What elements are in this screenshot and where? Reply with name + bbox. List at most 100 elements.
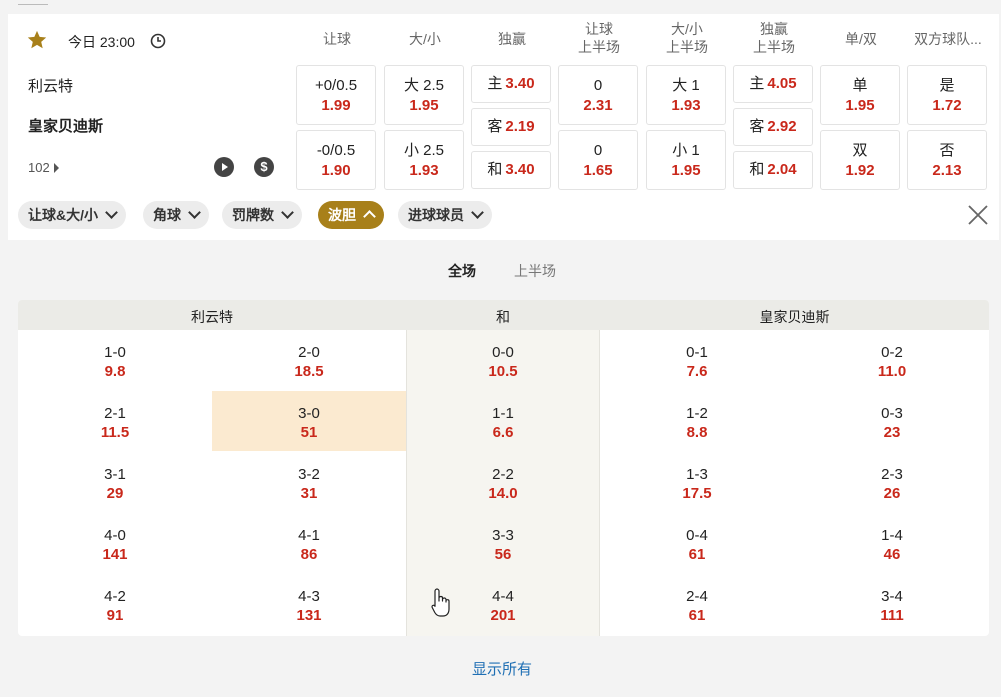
score-cell[interactable]: 0-1 7.6 <box>600 330 794 390</box>
odds-cell-moneyline-half[interactable]: 主 4.05 <box>733 65 813 103</box>
more-markets-link[interactable]: 102 <box>28 160 59 175</box>
score-odds: 8.8 <box>686 424 708 441</box>
score-label: 1-0 <box>104 344 126 361</box>
score-label: 2-0 <box>298 344 320 361</box>
score-label: 3-0 <box>298 405 320 422</box>
odds-line: -0/0.5 <box>316 142 356 159</box>
odds-cell-handicap[interactable]: +0/0.5 1.99 <box>296 65 376 125</box>
odds-cell-over-under-half[interactable]: 大 1 1.93 <box>646 65 726 125</box>
odds-cell-moneyline-half[interactable]: 客 2.92 <box>733 108 813 146</box>
odds-line: 和 <box>487 161 503 178</box>
odds-cell-moneyline[interactable]: 客 2.19 <box>471 108 551 146</box>
column-header-5: 独赢 上半场 <box>732 20 816 56</box>
column-header-4: 大/小 上半场 <box>645 20 729 56</box>
score-label: 4-0 <box>104 527 126 544</box>
odds-value: 2.19 <box>505 118 535 135</box>
chevron-right-icon <box>53 163 59 173</box>
odds-cell-over-under[interactable]: 大 2.5 1.95 <box>384 65 464 125</box>
score-cell[interactable]: 3-0 51 <box>212 391 406 451</box>
odds-line: 小 2.5 <box>403 142 445 159</box>
score-cell[interactable]: 3-2 31 <box>212 452 406 512</box>
score-cell[interactable]: 4-1 86 <box>212 513 406 573</box>
odds-cell-btts[interactable]: 是 1.72 <box>907 65 987 125</box>
odds-cell-over-under-half[interactable]: 小 1 1.95 <box>646 130 726 190</box>
odds-cell-btts[interactable]: 否 2.13 <box>907 130 987 190</box>
odds-cell-moneyline[interactable]: 主 3.40 <box>471 65 551 103</box>
score-cell[interactable]: 2-1 11.5 <box>18 391 212 451</box>
score-cell[interactable]: 4-0 141 <box>18 513 212 573</box>
score-label: 2-1 <box>104 405 126 422</box>
score-cell[interactable]: 1-2 8.8 <box>600 391 794 451</box>
home-team-name: 利云特 <box>28 78 74 95</box>
score-label: 4-2 <box>104 588 126 605</box>
score-odds: 91 <box>106 607 124 624</box>
score-odds: 111 <box>880 607 904 624</box>
score-cell[interactable]: 0-3 23 <box>795 391 989 451</box>
score-cell[interactable]: 1-3 17.5 <box>600 452 794 512</box>
odds-line: 小 1 <box>672 142 700 159</box>
column-header-2: 独赢 <box>470 30 554 48</box>
star-icon[interactable] <box>26 29 48 51</box>
score-odds: 131 <box>296 607 322 624</box>
score-cell[interactable]: 2-3 26 <box>795 452 989 512</box>
score-label: 3-1 <box>104 466 126 483</box>
tab-first-half[interactable]: 上半场 <box>514 261 556 281</box>
score-cell[interactable]: 2-2 14.0 <box>406 452 600 512</box>
odds-cell-handicap-half[interactable]: 0 2.31 <box>558 65 638 125</box>
filter-pill-label: 角球 <box>153 207 181 223</box>
score-label: 3-3 <box>492 527 514 544</box>
odds-value: 1.92 <box>845 162 875 179</box>
score-odds: 11.5 <box>100 424 130 441</box>
score-cell[interactable]: 3-4 111 <box>795 574 989 634</box>
odds-line: 主 <box>749 75 765 92</box>
odds-line: 双 <box>852 142 868 159</box>
filter-pill-1[interactable]: 角球 <box>143 201 209 229</box>
odds-value: 2.04 <box>767 161 797 178</box>
score-cell[interactable]: 1-0 9.8 <box>18 330 212 390</box>
odds-cell-over-under[interactable]: 小 2.5 1.93 <box>384 130 464 190</box>
score-cell[interactable]: 0-0 10.5 <box>406 330 600 390</box>
filter-pill-0[interactable]: 让球&大/小 <box>18 201 126 229</box>
score-label: 2-3 <box>881 466 903 483</box>
show-all-link[interactable]: 显示所有 <box>472 658 532 679</box>
score-cell[interactable]: 3-1 29 <box>18 452 212 512</box>
chevron-up-icon <box>363 210 376 223</box>
odds-cell-odd-even[interactable]: 单 1.95 <box>820 65 900 125</box>
score-cell[interactable]: 1-4 46 <box>795 513 989 573</box>
chevron-down-icon <box>471 206 484 219</box>
score-cell[interactable]: 4-3 131 <box>212 574 406 634</box>
odds-cell-handicap[interactable]: -0/0.5 1.90 <box>296 130 376 190</box>
more-markets-count: 102 <box>28 160 50 175</box>
dollar-icon[interactable]: $ <box>254 157 274 177</box>
odds-value: 2.31 <box>583 97 613 114</box>
score-cell[interactable]: 0-2 11.0 <box>795 330 989 390</box>
odds-line: +0/0.5 <box>314 77 358 94</box>
odds-cell-moneyline[interactable]: 和 3.40 <box>471 151 551 189</box>
odds-cell-handicap-half[interactable]: 0 1.65 <box>558 130 638 190</box>
score-label: 1-1 <box>492 405 514 422</box>
tab-full-time[interactable]: 全场 <box>448 261 476 281</box>
score-odds: 31 <box>300 485 318 502</box>
score-cell[interactable]: 4-2 91 <box>18 574 212 634</box>
score-cell[interactable]: 2-0 18.5 <box>212 330 406 390</box>
close-icon[interactable] <box>966 203 990 227</box>
filter-pill-3[interactable]: 波胆 <box>318 201 384 229</box>
odds-value: 1.95 <box>409 97 439 114</box>
play-icon[interactable] <box>214 157 234 177</box>
filter-pill-4[interactable]: 进球球员 <box>398 201 492 229</box>
filter-pill-2[interactable]: 罚牌数 <box>222 201 302 229</box>
score-cell[interactable]: 1-1 6.6 <box>406 391 600 451</box>
column-header-sublabel: 上半场 <box>666 39 708 55</box>
home-column-header: 利云特 <box>191 309 233 325</box>
score-cell[interactable]: 3-3 56 <box>406 513 600 573</box>
filter-pill-label: 罚牌数 <box>232 207 274 223</box>
score-cell[interactable]: 0-4 61 <box>600 513 794 573</box>
score-cell[interactable]: 2-4 61 <box>600 574 794 634</box>
score-label: 1-4 <box>881 527 903 544</box>
odds-cell-moneyline-half[interactable]: 和 2.04 <box>733 151 813 189</box>
odds-cell-odd-even[interactable]: 双 1.92 <box>820 130 900 190</box>
score-odds: 86 <box>300 546 318 563</box>
score-label: 3-4 <box>881 588 903 605</box>
odds-line: 是 <box>939 77 955 94</box>
match-time: 今日 23:00 <box>68 34 135 50</box>
